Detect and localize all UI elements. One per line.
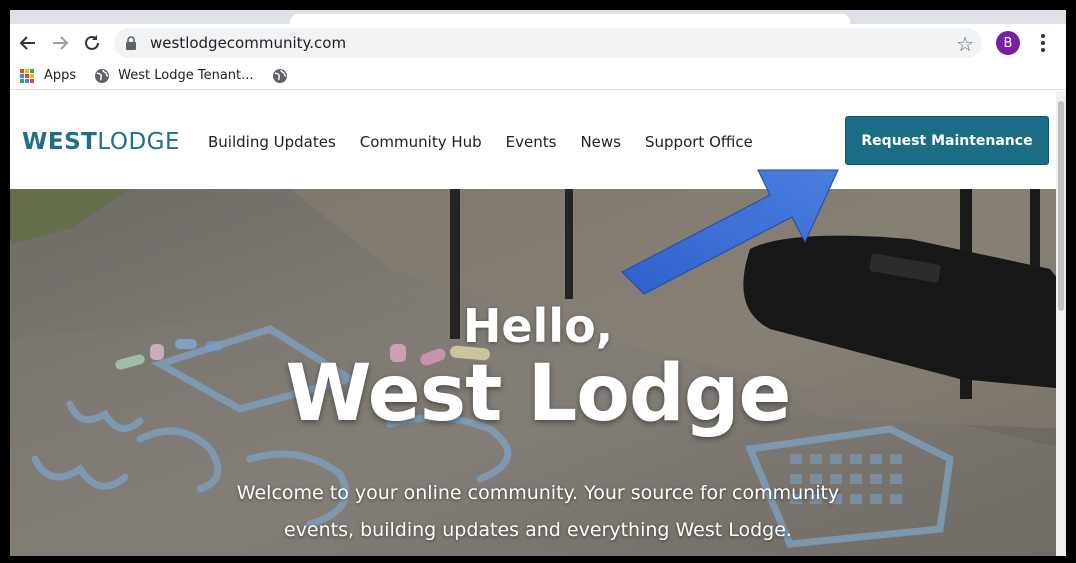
hero-greeting: Hello, <box>462 299 614 353</box>
nav-building-updates[interactable]: Building Updates <box>208 133 336 151</box>
address-bar[interactable]: westlodgecommunity.com ☆ <box>114 28 982 58</box>
arrow-right-icon <box>53 36 69 50</box>
reload-button[interactable] <box>76 27 108 59</box>
page-scrollbar[interactable] <box>1056 91 1066 556</box>
bookmark-apps[interactable]: Apps <box>10 68 76 83</box>
bookmark-label: Apps <box>44 68 77 83</box>
tab-strip <box>10 10 1066 24</box>
hero-subtitle-line2: events, building updates and everything … <box>284 519 792 541</box>
screenshot-frame: westlodgecommunity.com ☆ B Apps West Lod… <box>10 10 1066 556</box>
apps-grid-icon <box>20 68 34 83</box>
site-nav: Building Updates Community Hub Events Ne… <box>208 133 777 151</box>
bookmark-west-lodge-tenant[interactable]: West Lodge Tenant... <box>94 68 254 84</box>
hero-title: West Lodge <box>285 349 792 439</box>
request-maintenance-button[interactable]: Request Maintenance <box>845 116 1049 165</box>
site-logo[interactable]: WESTLODGE <box>22 129 180 155</box>
arrow-left-icon <box>19 36 35 50</box>
forward-button[interactable] <box>44 27 76 59</box>
active-tab[interactable] <box>290 14 850 24</box>
hero-banner: Hello, West Lodge Welcome to your online… <box>10 189 1066 556</box>
nav-news[interactable]: News <box>580 133 621 151</box>
browser-menu-icon[interactable] <box>1038 34 1048 52</box>
back-button[interactable] <box>12 27 44 59</box>
bookmark-globe[interactable] <box>272 68 296 84</box>
reload-icon <box>85 35 99 50</box>
globe-icon <box>272 68 287 83</box>
bookmarks-bar: Apps West Lodge Tenant... <box>10 62 1066 90</box>
hero-subtitle: Welcome to your online community. Your s… <box>170 475 906 549</box>
globe-icon <box>95 68 110 83</box>
bookmark-label: West Lodge Tenant... <box>118 68 254 83</box>
site-header: WESTLODGE Building Updates Community Hub… <box>10 91 1066 189</box>
logo-bold-text: WEST <box>22 129 98 155</box>
nav-support-office[interactable]: Support Office <box>645 133 753 151</box>
website: WESTLODGE Building Updates Community Hub… <box>10 91 1066 556</box>
browser-toolbar: westlodgecommunity.com ☆ B <box>10 24 1066 62</box>
logo-light-text: LODGE <box>97 129 181 155</box>
hero-text: Hello, West Lodge Welcome to your online… <box>10 189 1066 556</box>
nav-events[interactable]: Events <box>506 133 557 151</box>
lock-icon <box>124 36 138 50</box>
scrollbar-thumb[interactable] <box>1058 101 1064 311</box>
hero-subtitle-line1: Welcome to your online community. Your s… <box>236 482 840 504</box>
profile-avatar[interactable]: B <box>996 31 1020 55</box>
nav-community-hub[interactable]: Community Hub <box>360 133 482 151</box>
bookmark-star-icon[interactable]: ☆ <box>956 32 974 57</box>
url-text[interactable]: westlodgecommunity.com <box>150 34 346 52</box>
